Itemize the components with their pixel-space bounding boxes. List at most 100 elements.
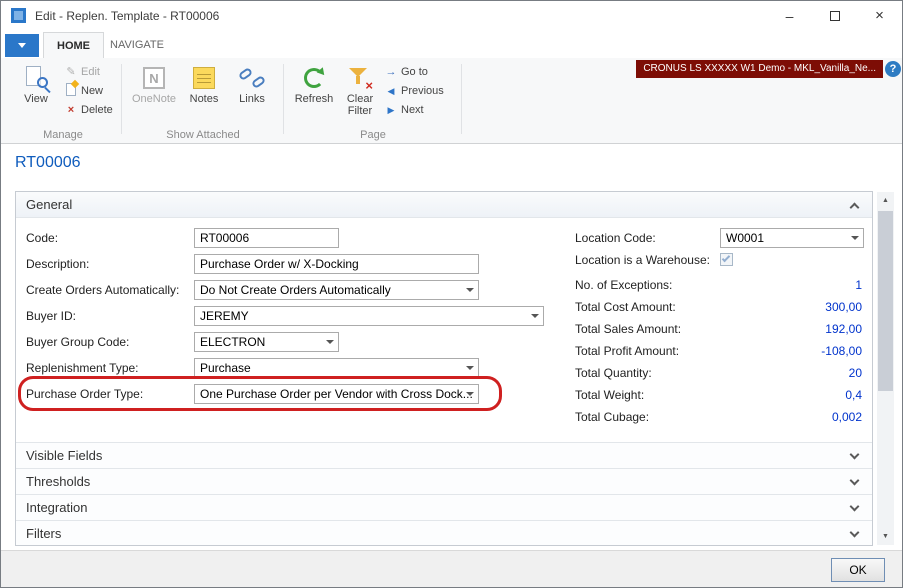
stat-value-total-cost-amount[interactable]: 300,00	[720, 297, 862, 317]
buyer-id-select[interactable]: JEREMY	[194, 306, 544, 326]
create-orders-automatically-select[interactable]: Do Not Create Orders Automatically	[194, 280, 479, 300]
page-content: RT00006 General Code: RT00006 Descriptio…	[1, 144, 902, 550]
ok-button[interactable]: OK	[831, 558, 885, 582]
purchase-order-type-select[interactable]: One Purchase Order per Vendor with Cross…	[194, 384, 479, 404]
fasttab-general-header[interactable]: General	[16, 192, 872, 218]
fasttab-thresholds[interactable]: Thresholds	[16, 468, 872, 494]
onenote-icon: N	[131, 63, 177, 93]
app-menu-button[interactable]	[5, 34, 39, 57]
view-icon	[13, 63, 59, 93]
group-label-page: Page	[287, 129, 459, 141]
delete-icon: ×	[65, 104, 77, 116]
next-button[interactable]: ▶ Next	[385, 101, 424, 119]
view-button[interactable]: View	[13, 61, 59, 125]
stat-value-total-quantity[interactable]: 20	[720, 363, 862, 383]
ribbon-group-page: Refresh × Clear Filter → Go to ◀ Previou…	[287, 58, 459, 143]
links-icon	[229, 63, 275, 93]
location-is-warehouse-checkbox	[720, 253, 733, 266]
chevron-down-icon	[850, 528, 860, 538]
previous-arrow-icon: ◀	[385, 85, 397, 97]
fasttab-integration[interactable]: Integration	[16, 494, 872, 520]
fasttab-visible-fields[interactable]: Visible Fields	[16, 442, 872, 468]
chevron-down-icon	[466, 392, 474, 396]
field-label-code: Code:	[26, 228, 58, 248]
chevron-down-icon	[466, 288, 474, 292]
stat-value-total-cubage[interactable]: 0,002	[720, 407, 862, 427]
company-badge: CRONUS LS XXXXX W1 Demo - MKL_Vanilla_Ne…	[636, 60, 883, 78]
location-code-select[interactable]: W0001	[720, 228, 864, 248]
chevron-up-icon	[850, 203, 860, 213]
help-button[interactable]: ?	[885, 61, 901, 77]
close-button[interactable]: ×	[857, 1, 902, 30]
onenote-button[interactable]: N OneNote	[131, 61, 177, 125]
group-label-manage: Manage	[7, 129, 119, 141]
delete-button[interactable]: × Delete	[65, 101, 113, 119]
fasttab-general-label: General	[26, 192, 72, 218]
field-label-location-is-warehouse: Location is a Warehouse:	[575, 250, 710, 270]
chevron-down-icon	[466, 366, 474, 370]
code-input[interactable]: RT00006	[194, 228, 339, 248]
stat-value-total-sales-amount[interactable]: 192,00	[720, 319, 862, 339]
edit-button[interactable]: ✎ Edit	[65, 63, 100, 81]
vertical-scrollbar[interactable]: ▲ ▼	[877, 192, 894, 545]
stat-label-total-quantity: Total Quantity:	[575, 363, 652, 383]
fasttab-filters[interactable]: Filters	[16, 520, 872, 546]
maximize-icon	[830, 11, 840, 21]
buyer-group-code-select[interactable]: ELECTRON	[194, 332, 339, 352]
links-button[interactable]: Links	[229, 61, 275, 125]
replenishment-type-select[interactable]: Purchase	[194, 358, 479, 378]
chevron-down-icon	[851, 236, 859, 240]
description-input[interactable]: Purchase Order w/ X-Docking	[194, 254, 479, 274]
chevron-down-icon	[18, 43, 26, 48]
stat-label-no-of-exceptions: No. of Exceptions:	[575, 275, 672, 295]
ribbon-group-manage: View ✎ Edit New × Delete Manage	[7, 58, 119, 143]
ribbon-separator	[283, 64, 284, 134]
previous-button[interactable]: ◀ Previous	[385, 82, 444, 100]
field-label-description: Description:	[26, 254, 89, 274]
stat-label-total-cubage: Total Cubage:	[575, 407, 649, 427]
refresh-icon	[291, 63, 337, 93]
chevron-down-icon	[850, 502, 860, 512]
clear-filter-icon: ×	[337, 63, 383, 93]
tab-navigate[interactable]: NAVIGATE	[97, 32, 177, 58]
app-icon	[11, 8, 26, 23]
app-icon-inner	[14, 11, 23, 20]
stat-label-total-cost-amount: Total Cost Amount:	[575, 297, 676, 317]
new-button[interactable]: New	[65, 82, 103, 100]
minimize-button[interactable]: –	[767, 1, 812, 30]
footer-bar: OK	[1, 550, 902, 588]
field-label-buyer-group-code: Buyer Group Code:	[26, 332, 129, 352]
notes-button[interactable]: Notes	[181, 61, 227, 125]
field-label-replenishment-type: Replenishment Type:	[26, 358, 139, 378]
window-title: Edit - Replen. Template - RT00006	[35, 9, 219, 23]
check-icon	[722, 254, 730, 262]
field-label-create-orders-automatically: Create Orders Automatically:	[26, 280, 179, 300]
chevron-down-icon	[850, 476, 860, 486]
stat-value-no-of-exceptions[interactable]: 1	[720, 275, 862, 295]
field-label-purchase-order-type: Purchase Order Type:	[26, 384, 143, 404]
maximize-button[interactable]	[812, 1, 857, 30]
chevron-down-icon	[326, 340, 334, 344]
new-page-icon	[65, 83, 77, 99]
ribbon-separator	[461, 64, 462, 134]
window: Edit - Replen. Template - RT00006 – × HO…	[0, 0, 903, 588]
tab-home[interactable]: HOME	[43, 32, 104, 58]
chevron-down-icon	[531, 314, 539, 318]
stat-label-total-weight: Total Weight:	[575, 385, 644, 405]
scrollbar-thumb[interactable]	[878, 211, 893, 391]
title-bar: Edit - Replen. Template - RT00006 – ×	[1, 1, 902, 31]
ribbon-group-show-attached: N OneNote Notes Links Show Attached	[125, 58, 281, 143]
ribbon-separator	[121, 64, 122, 134]
scroll-up-button[interactable]: ▲	[877, 192, 894, 209]
next-arrow-icon: ▶	[385, 104, 397, 116]
stat-value-total-weight[interactable]: 0,4	[720, 385, 862, 405]
scroll-down-button[interactable]: ▼	[877, 528, 894, 545]
field-label-buyer-id: Buyer ID:	[26, 306, 76, 326]
clear-filter-button[interactable]: × Clear Filter	[337, 61, 383, 125]
stat-label-total-profit-amount: Total Profit Amount:	[575, 341, 679, 361]
field-label-location-code: Location Code:	[575, 228, 656, 248]
stat-value-total-profit-amount[interactable]: -108,00	[720, 341, 862, 361]
refresh-button[interactable]: Refresh	[291, 61, 337, 125]
goto-arrow-icon: →	[385, 66, 397, 78]
goto-button[interactable]: → Go to	[385, 63, 428, 81]
